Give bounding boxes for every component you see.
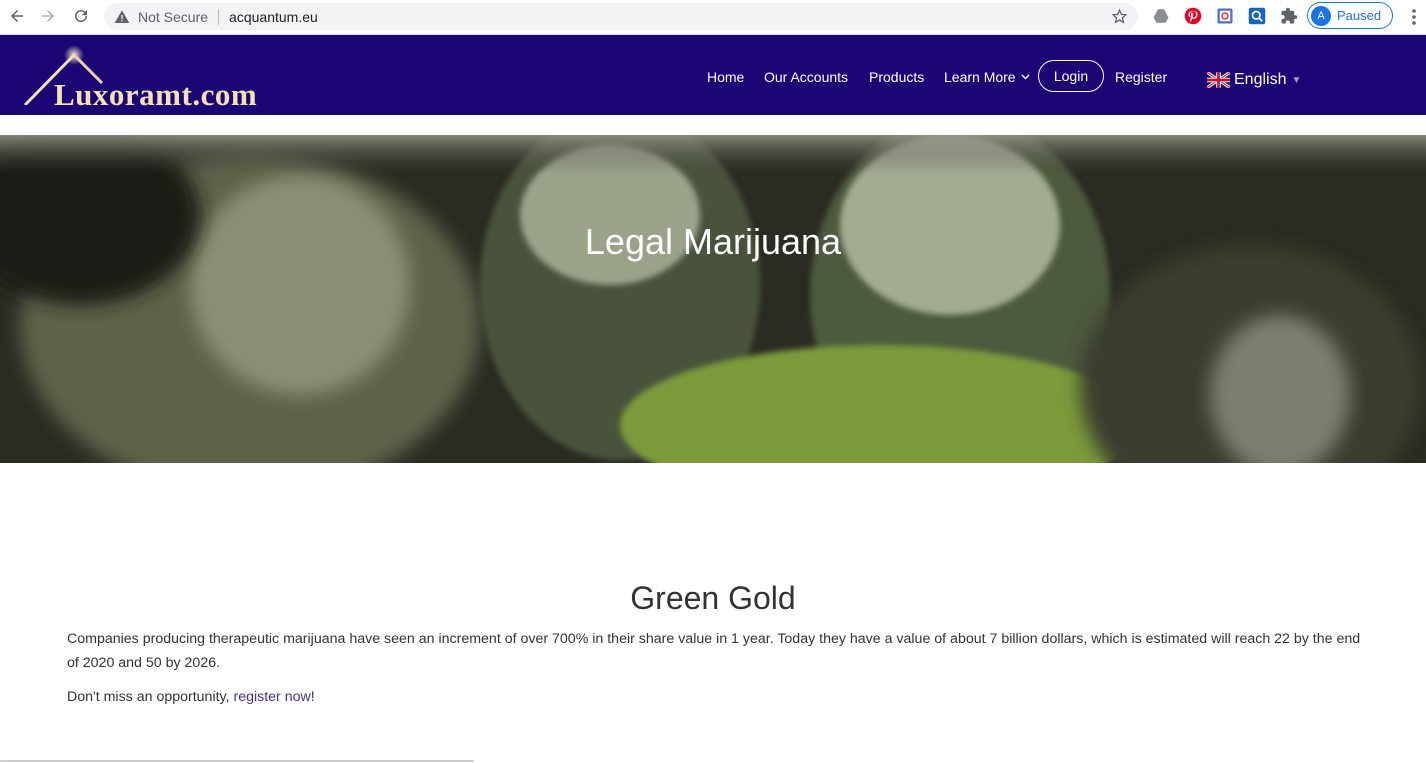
site-header: Luxoramt.com Home Our Accounts Products … xyxy=(0,35,1426,115)
bookmark-star-icon[interactable] xyxy=(1111,8,1128,25)
hero-background-image xyxy=(0,135,1426,463)
site-logo[interactable]: Luxoramt.com xyxy=(22,45,312,112)
cta-suffix: ! xyxy=(310,689,315,705)
uk-flag-icon xyxy=(1207,72,1230,88)
section-paragraph: Companies producing therapeutic marijuan… xyxy=(67,631,1361,671)
profile-status: Paused xyxy=(1337,8,1382,23)
nav-home[interactable]: Home xyxy=(707,69,744,85)
url-text[interactable]: acquantum.eu xyxy=(229,9,318,25)
search-extension-icon[interactable] xyxy=(1248,7,1266,25)
security-label: Not Secure xyxy=(138,8,209,25)
more-options-icon[interactable] xyxy=(1408,8,1420,26)
address-bar[interactable]: Not Secure acquantum.eu xyxy=(104,3,1138,30)
nav-products[interactable]: Products xyxy=(869,69,924,85)
hero-banner: Legal Marijuana xyxy=(0,135,1426,463)
language-selector[interactable]: English ▼ xyxy=(1207,71,1301,89)
language-label: English xyxy=(1234,71,1287,88)
section-title: Green Gold xyxy=(630,580,796,616)
puzzle-icon[interactable] xyxy=(1280,7,1298,25)
hero-title: Legal Marijuana xyxy=(584,221,842,262)
avatar: A xyxy=(1311,5,1331,26)
back-icon[interactable] xyxy=(2,1,32,31)
caret-down-icon: ▼ xyxy=(1291,74,1302,86)
nav-learn-more-label: Learn More xyxy=(944,69,1016,85)
nav-register[interactable]: Register xyxy=(1115,69,1167,85)
extension-icon[interactable] xyxy=(1216,7,1234,25)
logo-text: Luxoramt.com xyxy=(54,77,258,112)
reload-icon[interactable] xyxy=(66,1,96,31)
forward-icon[interactable] xyxy=(33,1,63,31)
browser-toolbar: Not Secure acquantum.eu A Paused xyxy=(0,0,1426,35)
profile-button[interactable]: A Paused xyxy=(1307,2,1393,29)
register-now-link[interactable]: register now xyxy=(233,689,310,705)
login-label: Login xyxy=(1053,68,1089,84)
cta-prefix: Don't miss an opportunity, xyxy=(67,689,234,705)
login-button[interactable]: Login xyxy=(1038,60,1104,92)
chevron-down-icon xyxy=(1021,74,1031,80)
scrollbar[interactable] xyxy=(0,760,474,762)
warning-icon[interactable] xyxy=(114,9,130,25)
cta-paragraph: Don't miss an opportunity, register now! xyxy=(67,685,315,709)
drive-icon[interactable] xyxy=(1152,7,1170,25)
nav-our-accounts[interactable]: Our Accounts xyxy=(764,69,848,85)
pinterest-icon[interactable] xyxy=(1184,7,1202,25)
nav-learn-more[interactable]: Learn More xyxy=(944,69,1031,85)
divider xyxy=(218,8,220,25)
